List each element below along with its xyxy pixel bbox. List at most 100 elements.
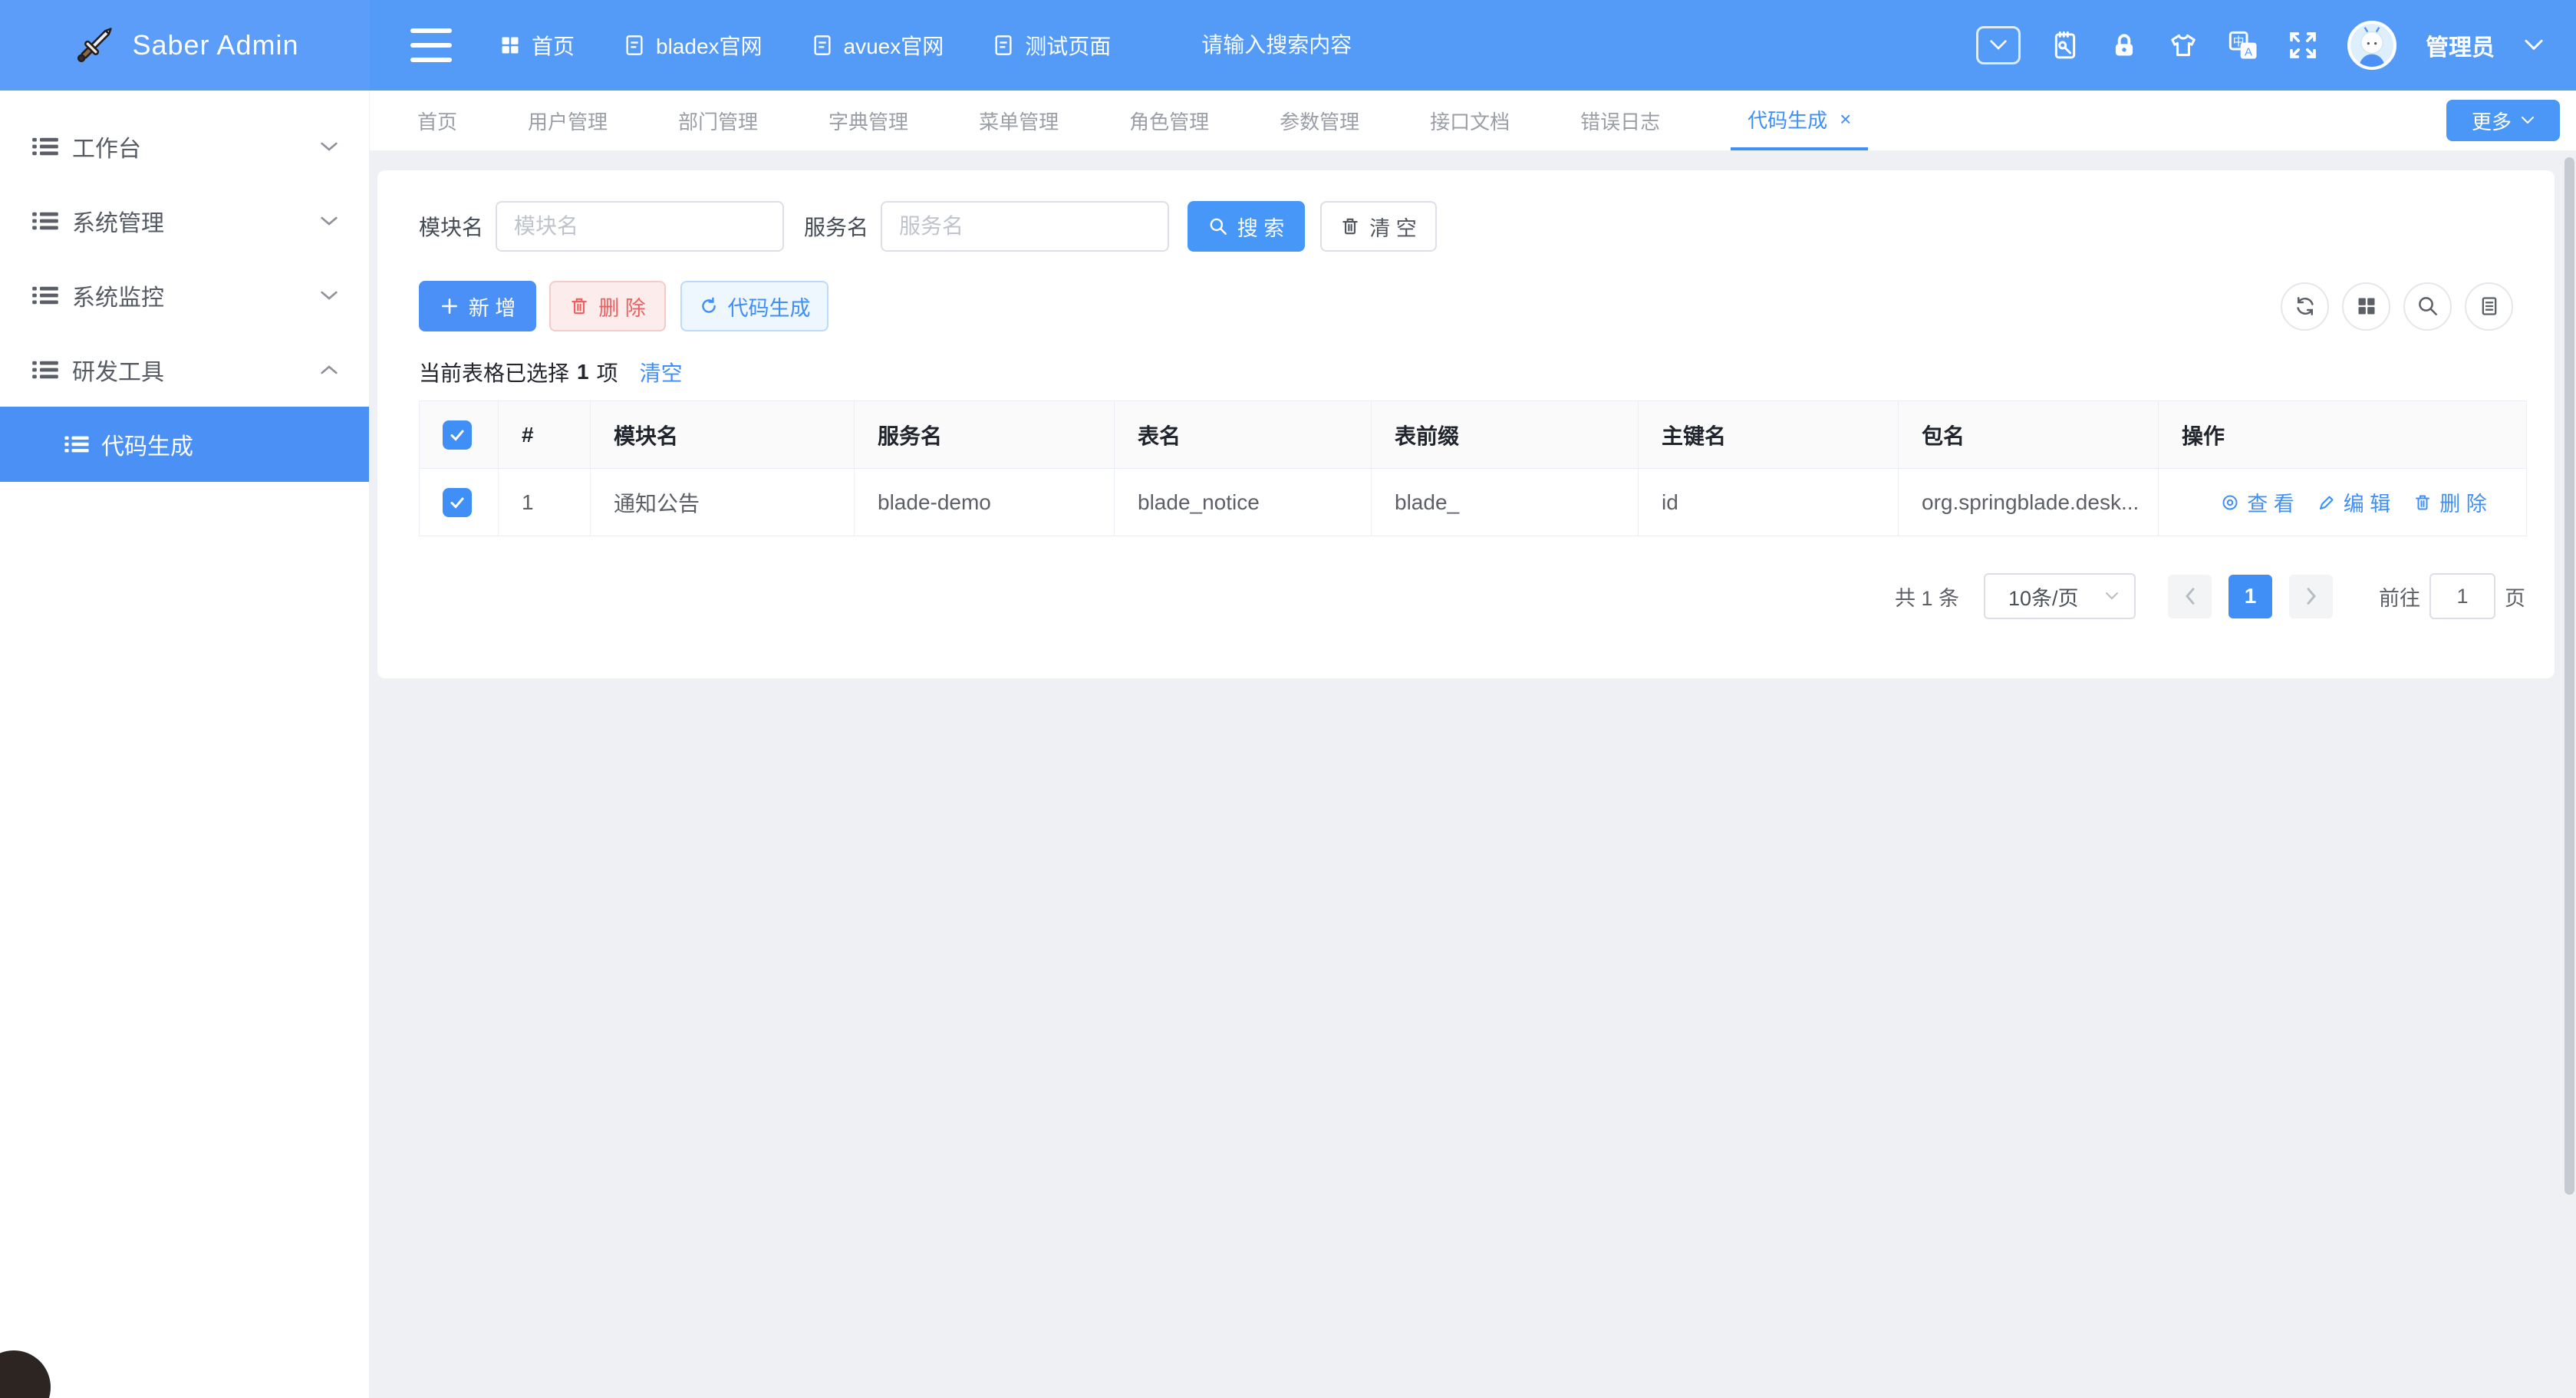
data-table: # 模块名 服务名 表名 表前缀 主键名 包名 操作 — [419, 401, 2527, 536]
pagination: 共 1 条 10条/页 1 前往 页 — [419, 573, 2525, 619]
cell-table-prefix: blade_ — [1372, 469, 1639, 536]
user-chevron-down-icon[interactable] — [2524, 38, 2544, 52]
document-icon — [993, 35, 1014, 56]
tab-role-mgmt[interactable]: 角色管理 — [1129, 91, 1209, 150]
grid-icon — [499, 35, 521, 56]
cell-service: blade-demo — [855, 469, 1115, 536]
goto-label: 前往 — [2379, 582, 2420, 612]
tab-dept-mgmt[interactable]: 部门管理 — [678, 91, 758, 150]
delete-button[interactable]: 删 除 — [549, 281, 666, 331]
header: Saber Admin 首页 — [0, 0, 2576, 91]
nav-avuex-site[interactable]: avuex官网 — [812, 30, 944, 61]
page-unit-label: 页 — [2505, 582, 2525, 612]
page-1-button[interactable]: 1 — [2228, 575, 2272, 618]
top-menu-toggle-button[interactable] — [1976, 26, 2021, 64]
chevron-down-icon — [320, 140, 338, 153]
sword-logo-icon — [71, 21, 118, 69]
sidebar-item-system-monitor[interactable]: 系统监控 — [0, 258, 369, 332]
chevron-up-icon — [320, 364, 338, 376]
trash-icon — [2413, 493, 2432, 512]
tab-user-mgmt[interactable]: 用户管理 — [528, 91, 608, 150]
row-actions: 查 看 编 辑 — [2182, 487, 2526, 517]
view-link[interactable]: 查 看 — [2221, 487, 2294, 517]
fullscreen-icon[interactable] — [2288, 30, 2318, 61]
chevron-down-icon — [2521, 116, 2535, 125]
table-row: 1 通知公告 blade-demo blade_notice blade_ id… — [420, 469, 2527, 536]
col-table-prefix: 表前缀 — [1372, 401, 1639, 469]
close-icon[interactable]: × — [1840, 109, 1851, 129]
nav-home[interactable]: 首页 — [499, 30, 575, 61]
service-input[interactable] — [881, 201, 1169, 252]
sidebar-item-workbench[interactable]: 工作台 — [0, 109, 369, 183]
document-icon — [624, 35, 645, 56]
tab-dict-mgmt[interactable]: 字典管理 — [828, 91, 908, 150]
nav-bladex-site[interactable]: bladex官网 — [624, 30, 763, 61]
lock-icon[interactable] — [2110, 30, 2139, 61]
list-icon — [32, 359, 58, 381]
cell-module: 通知公告 — [591, 469, 855, 536]
selection-info: 当前表格已选择 1 项 清空 — [419, 359, 2525, 385]
clear-selection-link[interactable]: 清空 — [640, 357, 683, 387]
sidebar: 工作台 系统管理 — [0, 91, 370, 1398]
vertical-scrollbar[interactable] — [2564, 157, 2574, 1195]
tab-home[interactable]: 首页 — [417, 91, 457, 150]
module-input[interactable] — [496, 201, 784, 252]
main-area: 首页 用户管理 部门管理 字典管理 菜单管理 角色管理 参数管理 接口文档 错误… — [370, 91, 2576, 1398]
eye-icon — [2221, 493, 2239, 512]
sidebar-item-dev-tools[interactable]: 研发工具 — [0, 332, 369, 407]
delete-link[interactable]: 删 除 — [2413, 487, 2487, 517]
service-label: 服务名 — [804, 211, 868, 242]
cell-index: 1 — [499, 469, 591, 536]
select-all-checkbox[interactable] — [443, 420, 472, 450]
top-nav: 首页 bladex官网 avuex官 — [499, 30, 1111, 61]
search-icon-button[interactable] — [2403, 282, 2452, 331]
nav-test-page[interactable]: 测试页面 — [993, 30, 1111, 61]
log-icon-button[interactable] — [2465, 282, 2513, 331]
tab-param-mgmt[interactable]: 参数管理 — [1280, 91, 1359, 150]
total-count: 共 1 条 — [1895, 582, 1959, 612]
col-package: 包名 — [1899, 401, 2159, 469]
content-card: 模块名 服务名 搜 索 清 空 — [377, 170, 2555, 678]
chevron-down-icon — [320, 289, 338, 302]
user-name[interactable]: 管理员 — [2426, 28, 2495, 62]
header-search-input[interactable] — [1201, 33, 1524, 58]
tab-api-docs[interactable]: 接口文档 — [1430, 91, 1510, 150]
chevron-down-icon — [1989, 39, 2008, 51]
row-checkbox[interactable] — [443, 488, 472, 517]
cell-primary-key: id — [1639, 469, 1899, 536]
prev-page-button[interactable] — [2168, 575, 2212, 618]
more-button[interactable]: 更多 — [2446, 100, 2560, 141]
tab-error-log[interactable]: 错误日志 — [1580, 91, 1660, 150]
sidebar-item-system-mgmt[interactable]: 系统管理 — [0, 183, 369, 258]
tab-menu-mgmt[interactable]: 菜单管理 — [979, 91, 1059, 150]
clear-button[interactable]: 清 空 — [1320, 201, 1437, 252]
menu-collapse-icon[interactable] — [410, 28, 452, 62]
col-actions: 操作 — [2159, 401, 2527, 469]
search-button[interactable]: 搜 索 — [1188, 201, 1305, 252]
tab-bar: 首页 用户管理 部门管理 字典管理 菜单管理 角色管理 参数管理 接口文档 错误… — [370, 91, 2576, 150]
chevron-down-icon — [2105, 592, 2119, 601]
codegen-button[interactable]: 代码生成 — [680, 281, 828, 331]
page-size-select[interactable]: 10条/页 — [1984, 573, 2136, 619]
add-button[interactable]: 新 增 — [419, 281, 536, 331]
refresh-icon-button[interactable] — [2281, 282, 2329, 331]
list-icon — [64, 434, 89, 454]
trash-icon — [569, 296, 589, 316]
edit-link[interactable]: 编 辑 — [2317, 487, 2391, 517]
col-index: # — [499, 401, 591, 469]
column-settings-icon-button[interactable] — [2342, 282, 2390, 331]
table-header-row: # 模块名 服务名 表名 表前缀 主键名 包名 操作 — [420, 401, 2527, 469]
language-icon[interactable]: 中 A — [2228, 30, 2258, 61]
filter-form: 模块名 服务名 搜 索 清 空 — [419, 201, 2525, 252]
sidebar-item-code-generation[interactable]: 代码生成 — [0, 407, 369, 482]
workorder-icon[interactable] — [2050, 30, 2080, 61]
goto-page-input[interactable] — [2429, 573, 2495, 619]
list-icon — [32, 285, 58, 306]
toolbar-icon-buttons — [2281, 282, 2513, 331]
tab-code-generation[interactable]: 代码生成 × — [1731, 91, 1868, 150]
avatar[interactable] — [2347, 21, 2396, 70]
next-page-button[interactable] — [2289, 575, 2333, 618]
col-module: 模块名 — [591, 401, 855, 469]
col-service: 服务名 — [855, 401, 1115, 469]
theme-shirt-icon[interactable] — [2168, 31, 2199, 60]
